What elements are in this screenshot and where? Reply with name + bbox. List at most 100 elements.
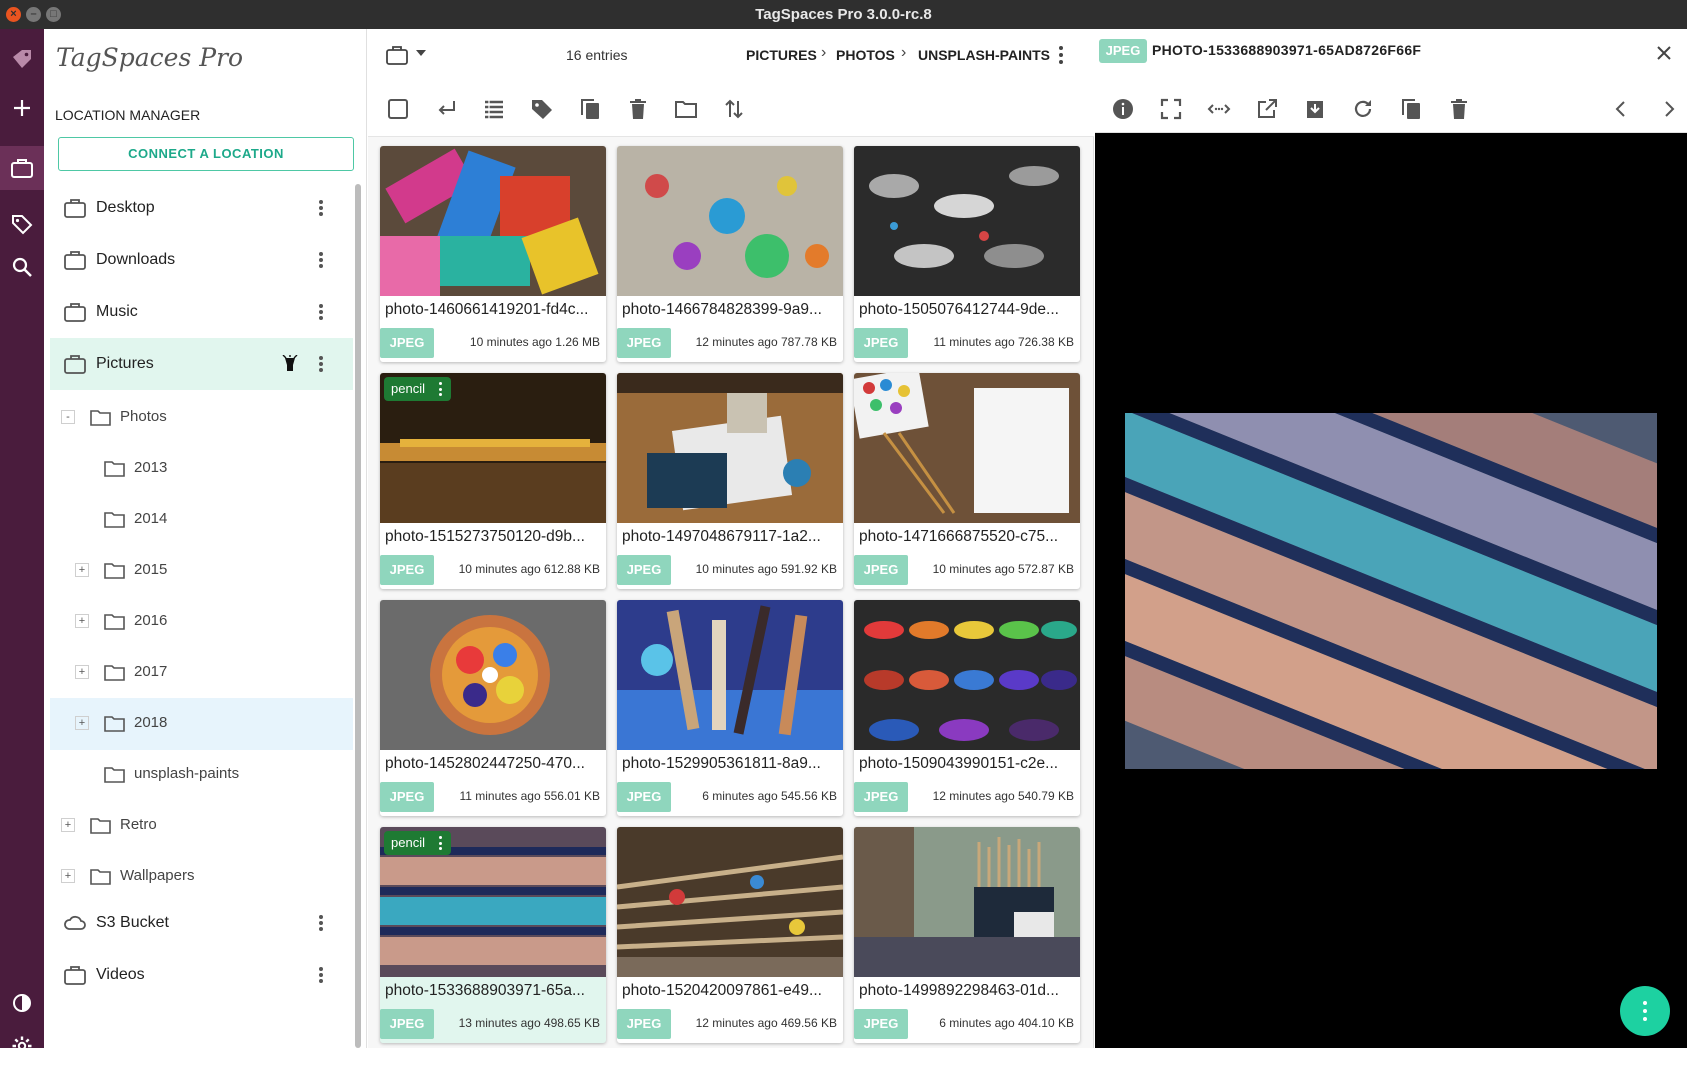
location-menu-icon[interactable] <box>314 302 328 322</box>
file-card-selected[interactable]: pencil photo-1533688903971-65a... JPEG 1… <box>380 827 606 1043</box>
location-desktop[interactable]: Desktop <box>50 182 353 234</box>
file-card[interactable]: photo-1460661419201-fd4c... JPEG 10 minu… <box>380 146 606 362</box>
file-meta: 13 minutes ago 498.65 KB <box>458 1016 600 1030</box>
file-name: photo-1533688903971-65a... <box>385 982 585 999</box>
location-menu-icon[interactable] <box>314 965 328 985</box>
file-card[interactable]: photo-1509043990151-c2e... JPEG 12 minut… <box>854 600 1080 816</box>
location-menu-icon[interactable] <box>314 354 328 374</box>
tree-folder-wallpapers[interactable]: + Wallpapers <box>50 851 353 903</box>
tree-folder-2018[interactable]: + 2018 <box>50 698 353 750</box>
locations-icon[interactable] <box>0 146 44 190</box>
breadcrumb-current-folder[interactable]: UNSPLASH-PAINTS <box>918 47 1050 63</box>
expand-toggle[interactable]: + <box>75 665 89 679</box>
expand-toggle[interactable]: + <box>75 614 89 628</box>
file-card[interactable]: pencil photo-1515273750120-d9b... JPEG 1… <box>380 373 606 589</box>
tree-folder-2016[interactable]: + 2016 <box>50 596 353 648</box>
delete-icon[interactable] <box>626 97 650 121</box>
app-logo: TagSpaces Pro <box>56 43 244 72</box>
file-card[interactable]: photo-1529905361811-8a9... JPEG 6 minute… <box>617 600 843 816</box>
folder-label: 2018 <box>134 714 168 731</box>
expand-toggle[interactable]: + <box>75 716 89 730</box>
delete-file-icon[interactable] <box>1447 97 1471 121</box>
tag-icon[interactable] <box>530 97 554 121</box>
file-extension-badge: JPEG <box>854 1009 908 1039</box>
reload-icon[interactable] <box>1351 97 1375 121</box>
location-music[interactable]: Music <box>50 286 353 338</box>
add-icon[interactable] <box>0 86 44 130</box>
file-card[interactable]: photo-1520420097861-e49... JPEG 12 minut… <box>617 827 843 1043</box>
theme-toggle-icon[interactable] <box>0 981 44 1025</box>
file-thumbnail <box>380 600 606 750</box>
location-switch-icon[interactable] <box>386 45 408 65</box>
expand-toggle[interactable]: + <box>61 869 75 883</box>
info-icon[interactable] <box>1111 97 1135 121</box>
tree-folder-unsplash-paints[interactable]: unsplash-paints <box>50 749 353 801</box>
file-name: photo-1515273750120-d9b... <box>385 528 585 545</box>
close-window-button[interactable]: × <box>6 7 21 22</box>
fullscreen-icon[interactable] <box>1159 97 1183 121</box>
file-name: photo-1471666875520-c75... <box>859 528 1059 545</box>
breadcrumb-photos[interactable]: PHOTOS <box>836 47 895 63</box>
maximize-window-button[interactable]: □ <box>46 7 61 22</box>
file-card[interactable]: photo-1471666875520-c75... JPEG 10 minut… <box>854 373 1080 589</box>
tag-menu-icon[interactable] <box>438 836 443 850</box>
file-card[interactable]: photo-1499892298463-01d... JPEG 6 minute… <box>854 827 1080 1043</box>
tag-chip[interactable]: pencil <box>384 831 451 855</box>
file-thumbnail <box>854 827 1080 977</box>
search-icon[interactable] <box>0 245 44 289</box>
new-folder-icon[interactable] <box>674 97 698 121</box>
download-icon[interactable] <box>1303 97 1327 121</box>
previous-file-icon[interactable] <box>1609 97 1633 121</box>
file-card[interactable]: photo-1452802447250-470... JPEG 11 minut… <box>380 600 606 816</box>
copy-icon[interactable] <box>578 97 602 121</box>
watch-folder-icon[interactable] <box>282 355 298 375</box>
location-downloads[interactable]: Downloads <box>50 234 353 286</box>
connect-location-button[interactable]: CONNECT A LOCATION <box>58 137 354 171</box>
breadcrumb-pictures[interactable]: PICTURES <box>746 47 817 63</box>
next-file-icon[interactable] <box>1657 97 1681 121</box>
file-card[interactable]: photo-1466784828399-9a9... JPEG 12 minut… <box>617 146 843 362</box>
file-card[interactable]: photo-1505076412744-9de... JPEG 11 minut… <box>854 146 1080 362</box>
location-menu-icon[interactable] <box>314 198 328 218</box>
minimize-window-button[interactable]: – <box>26 7 41 22</box>
location-label: Videos <box>96 966 145 983</box>
tree-folder-retro[interactable]: + Retro <box>50 800 353 852</box>
file-meta: 12 minutes ago 469.56 KB <box>695 1016 837 1030</box>
folder-menu-icon[interactable] <box>1059 46 1063 64</box>
location-pictures[interactable]: Pictures <box>50 338 353 390</box>
settings-icon[interactable] <box>0 1024 44 1068</box>
expand-toggle[interactable]: + <box>61 818 75 832</box>
file-card[interactable]: photo-1497048679117-1a2... JPEG 10 minut… <box>617 373 843 589</box>
tree-folder-photos[interactable]: - Photos <box>50 392 353 444</box>
chevron-down-icon[interactable] <box>416 50 426 56</box>
close-icon[interactable] <box>1656 45 1672 61</box>
briefcase-icon <box>64 303 86 322</box>
tag-chip[interactable]: pencil <box>384 377 451 401</box>
location-menu-icon[interactable] <box>314 913 328 933</box>
tree-folder-2015[interactable]: + 2015 <box>50 545 353 597</box>
tree-folder-2014[interactable]: 2014 <box>50 494 353 546</box>
location-s3-bucket[interactable]: S3 Bucket <box>50 897 353 949</box>
file-extension-badge: JPEG <box>380 328 434 358</box>
viewer-actions-fab[interactable] <box>1620 986 1670 1036</box>
collapse-toggle[interactable]: - <box>61 410 75 424</box>
parent-folder-icon[interactable] <box>434 97 458 121</box>
tag-library-icon[interactable] <box>0 202 44 246</box>
cloud-icon <box>64 915 86 930</box>
select-all-checkbox-icon[interactable] <box>386 97 410 121</box>
location-videos[interactable]: Videos <box>50 949 353 1001</box>
sort-icon[interactable] <box>722 97 746 121</box>
tag-menu-icon[interactable] <box>438 382 443 396</box>
expand-width-icon[interactable] <box>1207 97 1231 121</box>
tree-folder-2017[interactable]: + 2017 <box>50 647 353 699</box>
tree-folder-2013[interactable]: 2013 <box>50 443 353 495</box>
sidebar-scrollbar[interactable] <box>355 184 361 1048</box>
viewer-header: JPEG PHOTO-1533688903971-65AD8726F66F <box>1095 29 1687 133</box>
location-menu-icon[interactable] <box>314 250 328 270</box>
expand-toggle[interactable]: + <box>75 563 89 577</box>
duplicate-icon[interactable] <box>1399 97 1423 121</box>
list-view-icon[interactable] <box>482 97 506 121</box>
open-external-icon[interactable] <box>1255 97 1279 121</box>
file-meta: 12 minutes ago 540.79 KB <box>932 789 1074 803</box>
viewer-extension-badge: JPEG <box>1099 39 1147 63</box>
